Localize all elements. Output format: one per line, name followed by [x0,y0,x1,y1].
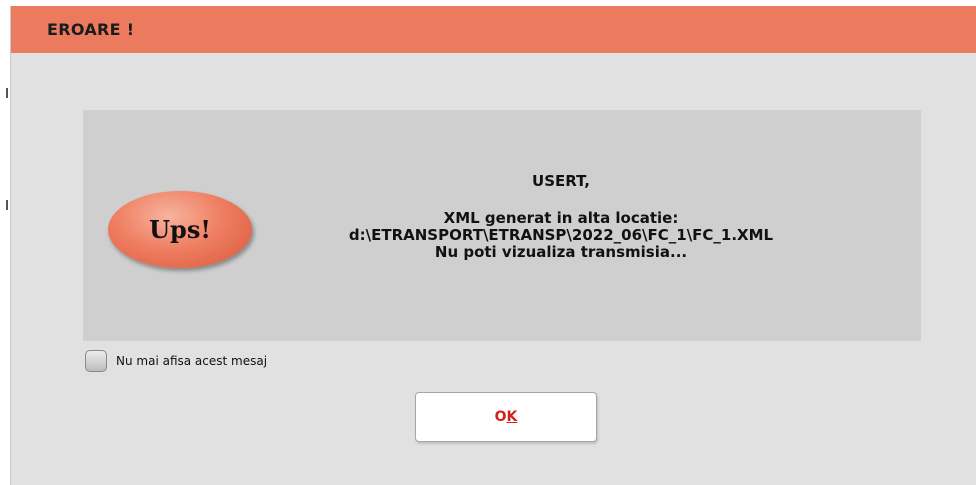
ok-button-label: OK [495,409,518,425]
edge-mark [6,88,8,98]
ups-badge-text: Ups! [149,215,211,244]
ok-label-k-mnemonic: K [506,409,518,425]
ups-error-icon: Ups! [108,191,252,268]
dont-show-again-label[interactable]: Nu mai afisa acest mesaj [116,354,267,368]
message-line: Nu poti vizualiza transmisia... [434,243,688,261]
error-dialog: EROARE ! Ups! USERT, XML generat in alta… [10,6,976,485]
message-greeting: USERT, [532,172,590,190]
edge-mark [6,200,8,210]
dialog-title-bar[interactable]: EROARE ! [11,6,976,53]
message-panel: Ups! USERT, XML generat in alta locatie:… [83,110,921,341]
dialog-title: EROARE ! [47,20,135,39]
message-file-path: d:\ETRANSPORT\ETRANSP\2022_06\FC_1\FC_1.… [348,226,774,244]
dont-show-again-checkbox[interactable] [85,350,107,372]
ok-label-o: O [494,409,507,425]
ok-button[interactable]: OK [415,392,597,442]
background-window-edge [0,0,10,485]
message-line: XML generat in alta locatie: [443,209,679,227]
dont-show-again-row[interactable]: Nu mai afisa acest mesaj [85,348,267,374]
